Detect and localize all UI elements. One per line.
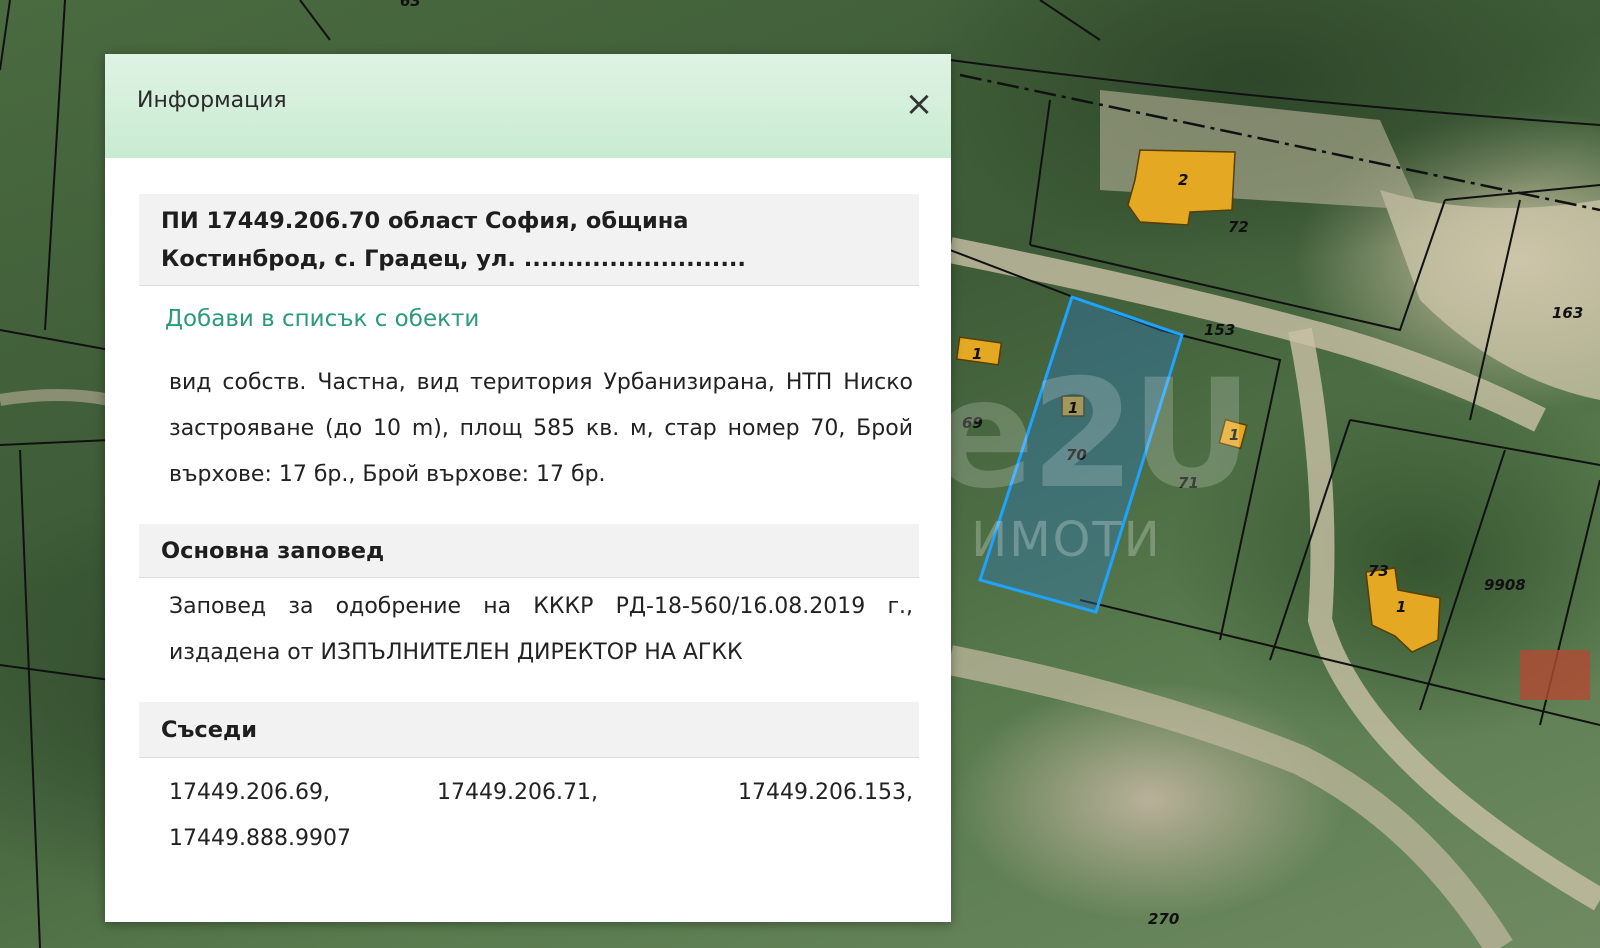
neighbor-item: 17449.206.153, (738, 780, 913, 805)
neighbor-item: 17449.206.71, (437, 780, 598, 805)
map-label: 153 (1204, 321, 1235, 339)
dialog-title: Информация (137, 88, 287, 113)
parcel-title-line: Костинброд, с. Градец, ул. .............… (161, 246, 746, 272)
neighbor-item: 17449.206.69, (169, 780, 330, 805)
map-label: 270 (1148, 910, 1179, 928)
map-label: 73 (1368, 562, 1389, 580)
parcel-info-text: вид собств. Частна, вид територия Урбани… (169, 370, 913, 487)
neighbor-item: 17449.888.9907 (169, 826, 351, 851)
map-label: 1 (1068, 399, 1078, 417)
close-button[interactable]: × (901, 84, 937, 124)
map-label: 70 (1066, 446, 1087, 464)
add-to-list-link[interactable]: Добави в списък с обекти (165, 306, 479, 332)
map-label: 69 (962, 414, 983, 432)
map-label: 163 (1552, 304, 1583, 322)
neighbors-list: 17449.206.69, 17449.206.71, 17449.206.15… (169, 770, 913, 862)
order-text: Заповед за одобрение на КККР РД-18-560/1… (169, 594, 913, 665)
map-label: 1 (1229, 426, 1239, 444)
parcel-title-line: ПИ 17449.206.70 област София, община (161, 208, 689, 234)
info-dialog: Информация × ПИ 17449.206.70 област Софи… (105, 54, 951, 922)
neighbors-heading: Съседи (139, 702, 919, 758)
map-label: 72 (1228, 218, 1249, 236)
map-label: 1 (1396, 598, 1406, 616)
dialog-header: Информация × (105, 54, 951, 158)
map-label: 2 (1178, 171, 1188, 189)
map-label: 1 (972, 345, 982, 363)
map-label: 71 (1178, 474, 1199, 492)
order-heading: Основна заповед (139, 524, 919, 578)
map-label: 9908 (1484, 576, 1526, 594)
map-label: 63 (400, 0, 421, 10)
parcel-title: ПИ 17449.206.70 област София, община Кос… (139, 194, 919, 286)
